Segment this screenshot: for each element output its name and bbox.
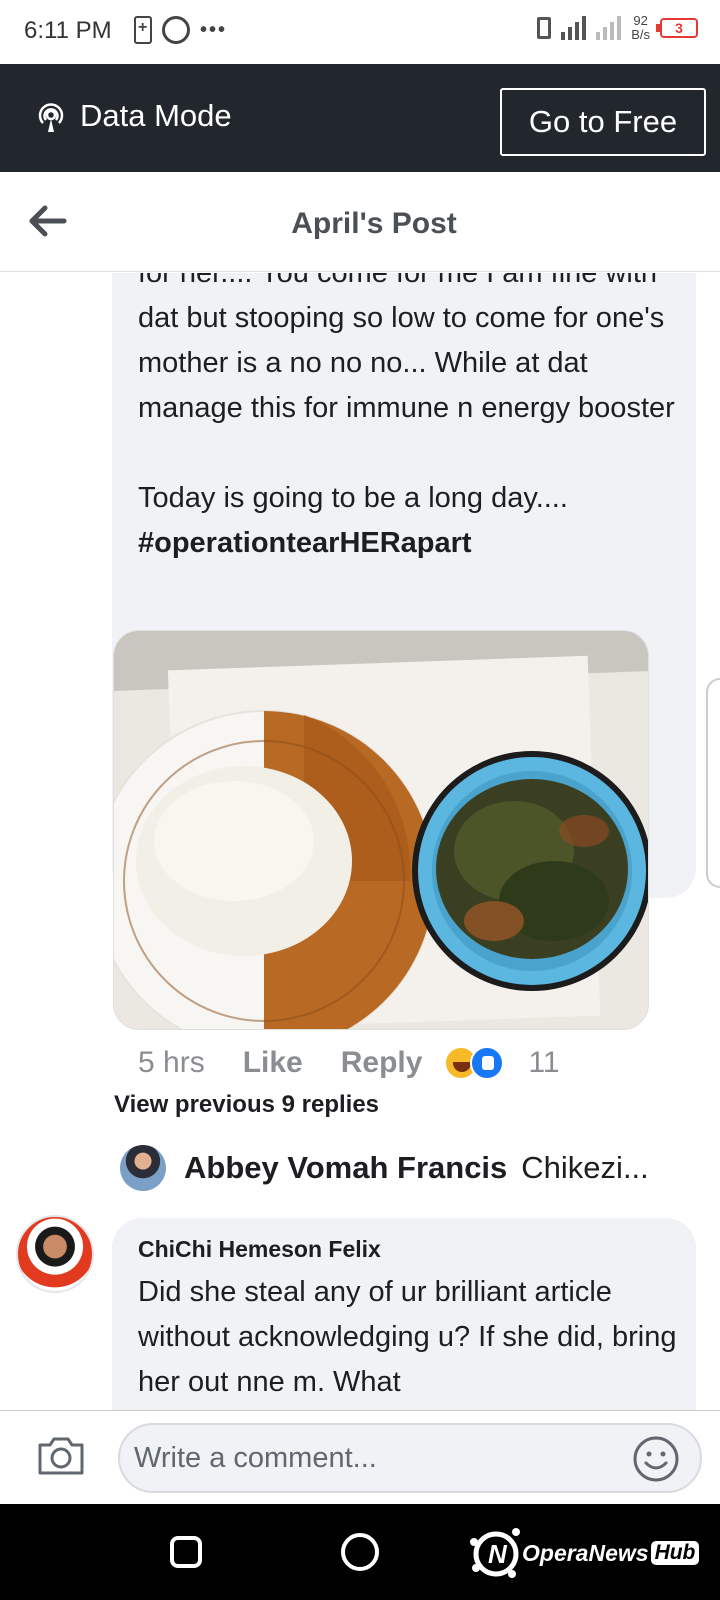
- post-header: April's Post: [0, 172, 720, 272]
- watermark-badge: Hub: [650, 1541, 700, 1565]
- comment-author-name[interactable]: ChiChi Hemeson Felix: [138, 1236, 381, 1263]
- comment-text: Did she steal any of ur brilliant articl…: [138, 1276, 677, 1398]
- watermark-text: OperaNews: [522, 1539, 649, 1566]
- status-right-icons: 92 B/s 3: [537, 14, 698, 42]
- comment-bubble: ChiChi Hemeson Felix Did she steal any o…: [112, 1218, 696, 1410]
- like-reaction-icon: [470, 1046, 505, 1080]
- emoji-icon[interactable]: [632, 1435, 680, 1483]
- operanews-watermark: N OperaNews Hub: [466, 1524, 700, 1582]
- reply-author-name[interactable]: Abbey Vomah Francis: [184, 1150, 507, 1186]
- reply-snippet: Chikezi...: [521, 1150, 649, 1185]
- avatar[interactable]: [120, 1145, 166, 1191]
- network-speed-unit: B/s: [631, 27, 650, 42]
- comment-composer: [0, 1410, 720, 1504]
- reaction-count[interactable]: 11: [528, 1046, 559, 1080]
- go-to-free-button[interactable]: Go to Free: [500, 88, 706, 156]
- screen: 6:11 PM ••• 92 B/s 3: [0, 0, 720, 1600]
- comments-thread[interactable]: for her.... You come for me I am fine wi…: [0, 273, 720, 1410]
- battery-icon: 3: [656, 18, 698, 38]
- network-speed-value: 92: [633, 13, 648, 28]
- view-previous-replies-link[interactable]: View previous 9 replies: [114, 1091, 379, 1119]
- signal-strength-icon: [561, 16, 587, 40]
- main-comment-text: for her.... You come for me I am fine wi…: [138, 273, 678, 566]
- comment-author-avatar[interactable]: [16, 1215, 94, 1293]
- data-mode-bar: Data Mode Go to Free: [0, 64, 720, 172]
- page-title: April's Post: [291, 207, 457, 240]
- reactions-summary[interactable]: [444, 1046, 506, 1080]
- comment-actions-row: 5 hrs Like Reply 11: [138, 1043, 560, 1083]
- reply-preview-row[interactable]: Abbey Vomah Francis Chikezi...: [120, 1143, 680, 1193]
- app-notification-icon: [162, 16, 190, 44]
- vibrate-icon: [537, 17, 552, 39]
- food-photo-image: [114, 631, 648, 1029]
- network-speed: 92 B/s: [631, 14, 650, 42]
- svg-text:N: N: [488, 1539, 508, 1569]
- hashtag-link[interactable]: #operationtearHERapart: [138, 527, 472, 559]
- signal-strength-secondary-icon: [596, 16, 622, 40]
- main-comment-body: for her.... You come for me I am fine wi…: [138, 273, 675, 514]
- comment-photo[interactable]: [113, 630, 649, 1030]
- operanews-logo-icon: N: [470, 1528, 520, 1578]
- status-bar: 6:11 PM ••• 92 B/s 3: [0, 0, 720, 64]
- broadcast-icon: [38, 103, 64, 132]
- status-time: 6:11 PM: [24, 17, 112, 44]
- comment-timestamp: 5 hrs: [138, 1046, 205, 1079]
- recent-apps-button[interactable]: [170, 1536, 202, 1568]
- status-left-icons: •••: [134, 16, 227, 44]
- system-nav-bar: N OperaNews Hub: [0, 1504, 720, 1600]
- data-mode-label: Data Mode: [80, 98, 232, 133]
- side-drawer-handle[interactable]: [706, 678, 720, 888]
- write-comment-input[interactable]: [118, 1423, 702, 1493]
- home-button[interactable]: [341, 1533, 379, 1571]
- camera-icon[interactable]: [36, 1435, 86, 1477]
- battery-saver-icon: [134, 16, 152, 44]
- reply-button[interactable]: Reply: [341, 1046, 423, 1080]
- like-button[interactable]: Like: [243, 1046, 303, 1080]
- more-notifications-icon: •••: [200, 18, 228, 41]
